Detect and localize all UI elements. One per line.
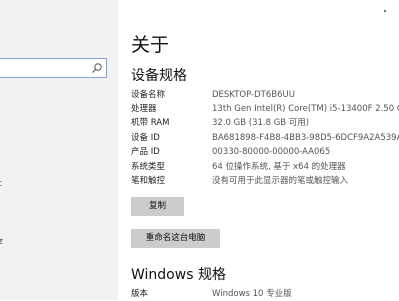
dot-icon: [382, 8, 388, 14]
spec-value: 32.0 GB (31.8 GB 可用): [212, 118, 310, 128]
spec-row-ram: 机带 RAM 32.0 GB (31.8 GB 可用): [131, 117, 399, 130]
settings-search-box[interactable]: [0, 58, 107, 78]
spec-value: 64 位操作系统, 基于 x64 的处理器: [212, 162, 346, 172]
spec-row-system-type: 系统类型 64 位操作系统, 基于 x64 的处理器: [131, 161, 399, 174]
spec-label: 系统类型: [131, 162, 166, 172]
spec-value: Windows 10 专业版: [212, 289, 292, 299]
spec-value: BA681898-F4B8-4BB3-98D5-6DCF9A2A539A: [212, 133, 399, 143]
spec-row-pen-touch: 笔和触控 没有可用于此显示器的笔或触控输入: [131, 175, 399, 188]
spec-row-edition: 版本 Windows 10 专业版: [131, 288, 399, 301]
spec-row-processor: 处理器 13th Gen Intel(R) Core(TM) i5-13400F…: [131, 103, 399, 116]
windows-specs-heading: Windows 规格: [131, 267, 226, 283]
sidebar-item-partial[interactable]: t: [0, 178, 6, 190]
spec-value: 没有可用于此显示器的笔或触控输入: [212, 176, 349, 186]
spec-label: 产品 ID: [131, 147, 160, 157]
spec-value: 00330-80000-00000-AA065: [212, 147, 331, 157]
spec-row-product-id: 产品 ID 00330-80000-00000-AA065: [131, 146, 399, 159]
copy-button[interactable]: 复制: [131, 197, 184, 216]
device-specs-heading: 设备规格: [131, 68, 187, 84]
settings-sidebar: t z: [0, 0, 118, 300]
settings-search-input[interactable]: [0, 59, 99, 77]
spec-label: 处理器: [131, 104, 157, 114]
spec-value: 13th Gen Intel(R) Core(TM) i5-13400F 2.5…: [212, 104, 399, 114]
spec-row-device-name: 设备名称 DESKTOP-DT6B6UU: [131, 89, 399, 102]
rename-pc-button[interactable]: 重命名这台电脑: [131, 229, 220, 248]
page-title: 关于: [131, 34, 170, 56]
spec-label: 笔和触控: [131, 176, 166, 186]
spec-label: 版本: [131, 289, 149, 299]
search-icon[interactable]: [91, 62, 103, 74]
spec-label: 设备 ID: [131, 133, 160, 143]
spec-value: DESKTOP-DT6B6UU: [212, 90, 295, 100]
sidebar-item-partial[interactable]: z: [0, 236, 6, 248]
spec-row-device-id: 设备 ID BA681898-F4B8-4BB3-98D5-6DCF9A2A53…: [131, 132, 399, 145]
spec-label: 机带 RAM: [131, 118, 170, 128]
spec-label: 设备名称: [131, 90, 166, 100]
about-page: 关于 设备规格 设备名称 DESKTOP-DT6B6UU 处理器 13th Ge…: [118, 0, 399, 300]
